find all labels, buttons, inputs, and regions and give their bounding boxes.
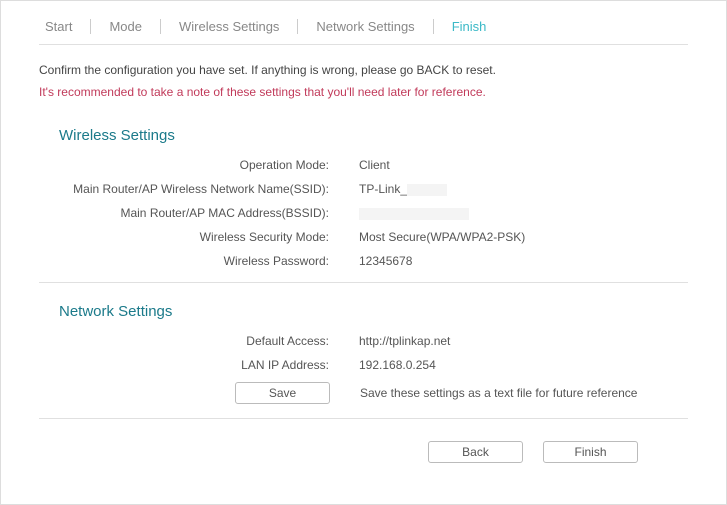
tab-start[interactable]: Start: [39, 19, 91, 34]
label-default-access: Default Access:: [39, 334, 359, 348]
finish-button[interactable]: Finish: [543, 441, 638, 463]
save-row: Save Save these settings as a text file …: [39, 382, 688, 404]
save-button[interactable]: Save: [235, 382, 330, 404]
label-operation-mode: Operation Mode:: [39, 158, 359, 172]
row-ssid: Main Router/AP Wireless Network Name(SSI…: [39, 182, 688, 196]
value-security-mode: Most Secure(WPA/WPA2-PSK): [359, 230, 525, 244]
value-default-access: http://tplinkap.net: [359, 334, 450, 348]
network-settings-title: Network Settings: [59, 303, 688, 320]
row-bssid: Main Router/AP MAC Address(BSSID):: [39, 206, 688, 220]
value-bssid: [359, 206, 469, 220]
label-security-mode: Wireless Security Mode:: [39, 230, 359, 244]
masked-bssid: [359, 208, 469, 220]
value-operation-mode: Client: [359, 158, 390, 172]
save-hint: Save these settings as a text file for f…: [360, 386, 637, 400]
wireless-settings-body: Operation Mode: Client Main Router/AP Wi…: [39, 158, 688, 268]
row-password: Wireless Password: 12345678: [39, 254, 688, 268]
row-security-mode: Wireless Security Mode: Most Secure(WPA/…: [39, 230, 688, 244]
masked-ssid-suffix: [407, 184, 447, 196]
label-bssid: Main Router/AP MAC Address(BSSID):: [39, 206, 359, 220]
value-password: 12345678: [359, 254, 412, 268]
wireless-settings-title: Wireless Settings: [59, 127, 688, 144]
row-operation-mode: Operation Mode: Client: [39, 158, 688, 172]
network-settings-body: Default Access: http://tplinkap.net LAN …: [39, 334, 688, 404]
footer-buttons: Back Finish: [39, 441, 638, 463]
recommend-text: It's recommended to take a note of these…: [39, 85, 688, 99]
tab-finish[interactable]: Finish: [434, 19, 505, 34]
label-lan-ip: LAN IP Address:: [39, 358, 359, 372]
row-default-access: Default Access: http://tplinkap.net: [39, 334, 688, 348]
value-ssid: TP-Link_: [359, 182, 447, 196]
tab-wireless-settings[interactable]: Wireless Settings: [161, 19, 298, 34]
tab-mode[interactable]: Mode: [91, 19, 161, 34]
label-ssid: Main Router/AP Wireless Network Name(SSI…: [39, 182, 359, 196]
section-divider-2: [39, 418, 688, 419]
label-password: Wireless Password:: [39, 254, 359, 268]
confirm-text: Confirm the configuration you have set. …: [39, 63, 688, 77]
value-lan-ip: 192.168.0.254: [359, 358, 436, 372]
tab-network-settings[interactable]: Network Settings: [298, 19, 433, 34]
back-button[interactable]: Back: [428, 441, 523, 463]
row-lan-ip: LAN IP Address: 192.168.0.254: [39, 358, 688, 372]
section-divider-1: [39, 282, 688, 283]
wizard-tabs: Start Mode Wireless Settings Network Set…: [39, 19, 688, 45]
